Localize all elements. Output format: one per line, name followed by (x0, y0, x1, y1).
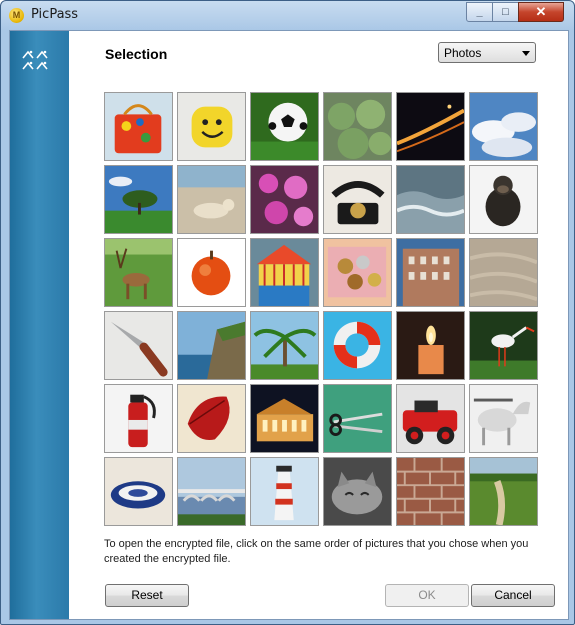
tile-dog-beach[interactable] (177, 165, 246, 234)
tile-knife[interactable] (104, 311, 173, 380)
tile-bag[interactable] (104, 92, 173, 161)
tile-candle[interactable] (396, 311, 465, 380)
chevron-down-icon (522, 51, 530, 56)
tile-phone[interactable] (323, 165, 392, 234)
tile-bowl[interactable] (104, 457, 173, 526)
tile-opera-house[interactable] (250, 384, 319, 453)
instructions-text: To open the encrypted file, click on the… (104, 538, 529, 565)
tile-building[interactable] (396, 238, 465, 307)
picpass-logo-icon: M (9, 8, 24, 23)
close-button[interactable]: ✕ (518, 2, 564, 22)
window-title: PicPass (31, 7, 79, 22)
close-icon: ✕ (535, 4, 547, 19)
ok-button[interactable]: OK (385, 584, 469, 607)
tile-stork[interactable] (469, 311, 538, 380)
app-window: M PicPass _ □ ✕ Selection Photos To open… (0, 0, 575, 625)
tile-pink-flowers[interactable] (250, 165, 319, 234)
sidebar (10, 31, 69, 619)
picture-grid (104, 92, 541, 528)
tile-cactus[interactable] (323, 92, 392, 161)
tile-waves[interactable] (396, 165, 465, 234)
maximize-icon: □ (502, 6, 509, 18)
tile-sand[interactable] (469, 238, 538, 307)
cancel-button[interactable]: Cancel (471, 584, 555, 607)
tile-lighthouse[interactable] (250, 457, 319, 526)
tile-smiley-ball[interactable] (177, 92, 246, 161)
main-panel: Selection Photos To open the encrypted f… (69, 31, 568, 619)
tile-clouds[interactable] (469, 92, 538, 161)
tile-apple[interactable] (177, 238, 246, 307)
tile-coins[interactable] (323, 238, 392, 307)
category-dropdown-value: Photos (444, 46, 482, 60)
tile-night-road[interactable] (396, 92, 465, 161)
tile-cat[interactable] (323, 457, 392, 526)
tile-scissors[interactable] (323, 384, 392, 453)
tile-carousel[interactable] (250, 238, 319, 307)
client-area: Selection Photos To open the encrypted f… (9, 30, 569, 620)
tile-red-car[interactable] (396, 384, 465, 453)
minimize-button[interactable]: _ (466, 2, 493, 22)
minimize-icon: _ (476, 6, 483, 18)
tile-deer[interactable] (104, 238, 173, 307)
tile-bridge[interactable] (177, 457, 246, 526)
tile-path[interactable] (469, 457, 538, 526)
title-bar[interactable]: M PicPass _ □ ✕ (1, 1, 574, 29)
tile-monkey[interactable] (469, 165, 538, 234)
category-dropdown[interactable]: Photos (438, 42, 536, 63)
tile-lifebuoy[interactable] (323, 311, 392, 380)
tile-coast[interactable] (177, 311, 246, 380)
tile-brick-wall[interactable] (396, 457, 465, 526)
maximize-button[interactable]: □ (492, 2, 519, 22)
tile-extinguisher[interactable] (104, 384, 173, 453)
page-title: Selection (105, 46, 168, 62)
tile-tree[interactable] (104, 165, 173, 234)
reset-button[interactable]: Reset (105, 584, 189, 607)
tile-leaf[interactable] (177, 384, 246, 453)
pictures-icon (22, 49, 50, 76)
tile-horse[interactable] (469, 384, 538, 453)
tile-soccer-ball[interactable] (250, 92, 319, 161)
tile-palm[interactable] (250, 311, 319, 380)
